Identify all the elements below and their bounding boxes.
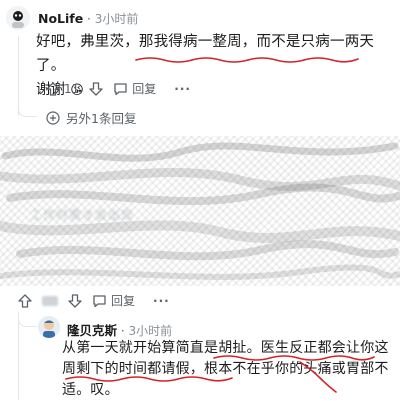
more-button[interactable]: ··· bbox=[174, 82, 191, 96]
timestamp-2: 3小时前 bbox=[128, 324, 173, 338]
more-dots-icon: ··· bbox=[153, 293, 170, 308]
upvote-button[interactable]: 11 bbox=[46, 82, 79, 96]
upvote-icon bbox=[18, 293, 32, 308]
more-replies-label: 另外1条回复 bbox=[66, 111, 137, 126]
thread-line[interactable] bbox=[18, 36, 19, 116]
more-dots-icon: ··· bbox=[174, 81, 191, 96]
comment-bubble-icon bbox=[114, 82, 127, 95]
reply-line-2: 周剩下的时间都请假，根本不在乎你的头痛或胃部不 bbox=[62, 361, 389, 377]
downvote-button[interactable] bbox=[89, 81, 103, 96]
redacted-comment-actions: 回复 ··· bbox=[18, 292, 170, 309]
upvote-icon bbox=[46, 81, 60, 96]
reply-header: 隆贝克斯 · 3小时前 bbox=[67, 320, 172, 339]
reply-button[interactable]: 回复 bbox=[113, 80, 156, 97]
avatar-nolife[interactable] bbox=[6, 6, 30, 30]
username-2[interactable]: 隆贝克斯 bbox=[67, 323, 117, 338]
more-button-2[interactable]: ··· bbox=[153, 294, 170, 308]
comment-header: NoLife · 3小时前 bbox=[38, 10, 138, 27]
downvote-icon bbox=[68, 293, 82, 308]
scribble-redaction bbox=[0, 142, 400, 280]
reply-label: 回复 bbox=[132, 82, 157, 96]
thread-connector bbox=[18, 108, 37, 117]
hidden-vote-count bbox=[42, 295, 58, 306]
reply-label-2: 回复 bbox=[111, 294, 136, 308]
reply-line-1: 从第一天就开始算简直是胡扯。医生反正都会让你这 bbox=[62, 340, 389, 356]
comment-bubble-icon bbox=[93, 294, 106, 307]
avatar-icon bbox=[38, 316, 60, 338]
downvote-button-2[interactable] bbox=[68, 293, 82, 308]
more-replies-link[interactable]: 另外1条回复 bbox=[46, 108, 136, 127]
avatar-longbeckes[interactable] bbox=[38, 316, 60, 338]
thread-line-2[interactable] bbox=[18, 312, 19, 400]
upvote-button-2[interactable] bbox=[18, 293, 32, 308]
avatar-icon bbox=[6, 6, 30, 30]
thread-connector-2 bbox=[18, 316, 37, 327]
vote-count: 11 bbox=[64, 81, 80, 96]
username[interactable]: NoLife bbox=[38, 11, 83, 26]
separator-dot: · bbox=[87, 12, 95, 26]
comment-actions: 11 回复 ··· bbox=[46, 80, 191, 97]
reply-body: 从第一天就开始算简直是胡扯。医生反正都会让你这 周剩下的时间都请假，根本不在乎你… bbox=[62, 338, 398, 401]
redacted-comment: 工作时需才会出现 bbox=[0, 136, 400, 286]
expand-plus-icon bbox=[46, 110, 60, 125]
reply-line-3: 适。叹。 bbox=[62, 382, 119, 398]
reply-button-2[interactable]: 回复 bbox=[92, 292, 135, 309]
comment-line-1: 好吧，弗里茨，那我得病一整周，而不是只病一两天了。 bbox=[36, 34, 375, 74]
downvote-icon bbox=[89, 81, 103, 96]
timestamp: 3小时前 bbox=[94, 12, 139, 26]
